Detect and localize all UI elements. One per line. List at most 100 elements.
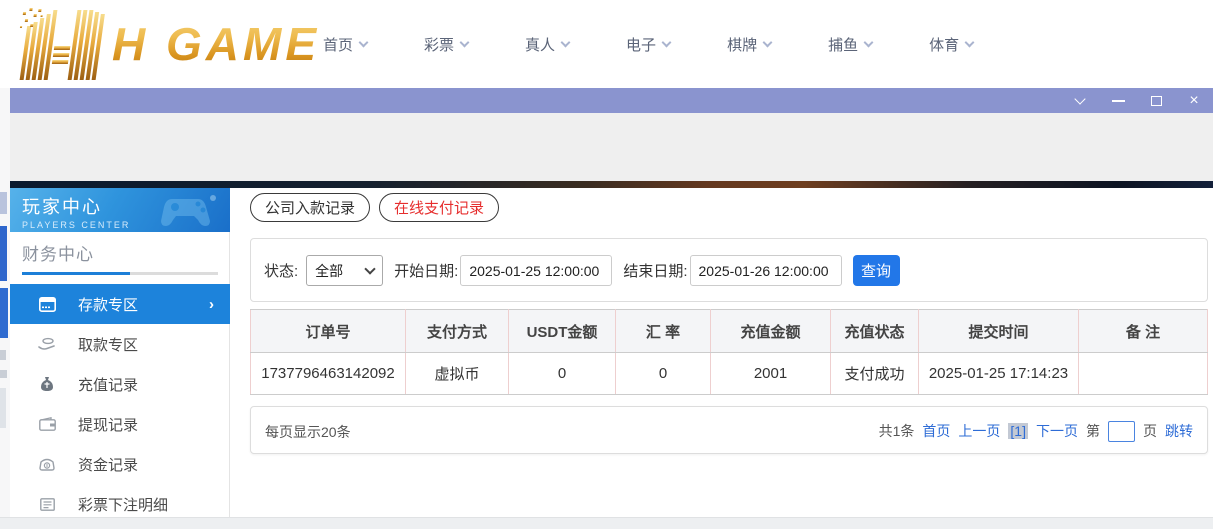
minimize-icon (1112, 100, 1125, 102)
page-size-text: 每页显示20条 (265, 422, 351, 442)
payment-records-table: 订单号 支付方式 USDT金额 汇 率 充值金额 充值状态 提交时间 备 注 1… (250, 309, 1208, 395)
chevron-down-icon (864, 37, 874, 47)
pagination-panel: 每页显示20条 共1条 首页 上一页 [1] 下一页 第 页 跳转 (250, 406, 1208, 454)
background-page-fragment (0, 288, 8, 338)
jump-suffix-text: 页 (1143, 421, 1157, 441)
status-select[interactable]: 全部 (306, 255, 383, 286)
maximize-icon (1151, 96, 1162, 106)
col-header-usdt-amount: USDT金额 (509, 310, 616, 353)
gamepad-icon (158, 191, 220, 231)
col-header-order-no: 订单号 (251, 310, 406, 353)
nav-item-slots[interactable]: 电子 (626, 34, 670, 55)
current-page-indicator: [1] (1008, 423, 1028, 439)
cell-submit-time: 2025-01-25 17:14:23 (919, 353, 1079, 395)
sidebar-item-deposit-zone[interactable]: 存款专区 › (10, 284, 230, 324)
cell-order-no: 1737796463142092 (251, 353, 406, 395)
sidebar-item-label: 充值记录 (78, 374, 138, 395)
end-date-input[interactable] (690, 255, 842, 286)
filter-panel: 状态: 全部 开始日期: 结束日期: 查询 (250, 238, 1208, 302)
col-header-amount: 充值金额 (711, 310, 831, 353)
sidebar-item-recharge-records[interactable]: 充值记录 (10, 364, 230, 404)
window-controls: × (1069, 88, 1205, 113)
start-date-input[interactable] (460, 255, 612, 286)
empty-content-area (10, 113, 1213, 181)
sidebar-menu: 存款专区 › 取款专区 充值记录 (10, 284, 230, 524)
nav-item-home[interactable]: 首页 (323, 34, 367, 55)
nav-label: 捕鱼 (828, 34, 858, 55)
filter-row: 状态: 全部 开始日期: 结束日期: 查询 (264, 255, 900, 286)
col-header-submit-time: 提交时间 (919, 310, 1079, 353)
logo-text: H GAME (112, 6, 320, 82)
hand-coin-icon (38, 335, 56, 353)
tab-online-payment-records[interactable]: 在线支付记录 (379, 193, 499, 222)
window-minimize-button[interactable] (1107, 92, 1129, 110)
sidebar-item-label: 提现记录 (78, 414, 138, 435)
screen: H GAME 首页 彩票 真人 电子 棋牌 (0, 0, 1213, 529)
chevron-down-icon (460, 37, 470, 47)
background-page-strip (0, 88, 10, 529)
section-divider (22, 272, 218, 275)
logo-h-icon (8, 6, 112, 82)
window-title-bar[interactable]: × (10, 88, 1213, 113)
next-page-link[interactable]: 下一页 (1036, 421, 1078, 441)
window-maximize-button[interactable] (1145, 92, 1167, 110)
site-logo[interactable]: H GAME (8, 4, 320, 84)
purse-icon (38, 455, 56, 473)
prev-page-link[interactable]: 上一页 (958, 421, 1000, 441)
start-date-label: 开始日期: (394, 260, 458, 281)
window-close-button[interactable]: × (1183, 92, 1205, 110)
sidebar-item-withdraw-records[interactable]: 提现记录 (10, 404, 230, 444)
cell-rate: 0 (616, 353, 711, 395)
main-content: 公司入款记录 在线支付记录 状态: 全部 开始日期: 结束日期: 查询 (230, 188, 1213, 517)
sidebar-header: 玩家中心 PLAYERS CENTER (10, 188, 230, 232)
jump-prefix-text: 第 (1086, 421, 1100, 441)
cell-remark (1079, 353, 1208, 395)
sidebar-item-withdraw-zone[interactable]: 取款专区 (10, 324, 230, 364)
main-nav: 首页 彩票 真人 电子 棋牌 捕鱼 (323, 0, 973, 88)
chevron-right-icon: › (209, 296, 214, 313)
nav-label: 彩票 (424, 34, 454, 55)
sidebar-section-title: 财务中心 (22, 240, 94, 265)
nav-item-live[interactable]: 真人 (525, 34, 569, 55)
table-row: 1737796463142092 虚拟币 0 0 2001 支付成功 2025-… (251, 353, 1208, 395)
background-page-fragment (0, 388, 6, 428)
top-nav-bar: H GAME 首页 彩票 真人 电子 棋牌 (0, 0, 1213, 88)
banner-edge (10, 181, 1213, 188)
window-collapse-button[interactable] (1069, 92, 1091, 110)
status-select-value: 全部 (315, 261, 343, 281)
background-page-fragment (0, 192, 7, 214)
col-header-rate: 汇 率 (616, 310, 711, 353)
nav-item-sports[interactable]: 体育 (929, 34, 973, 55)
chevron-down-icon (662, 37, 672, 47)
chevron-down-icon (561, 37, 571, 47)
sidebar-item-label: 资金记录 (78, 454, 138, 475)
status-label: 状态: (264, 260, 298, 281)
cell-status: 支付成功 (831, 353, 919, 395)
nav-item-fishing[interactable]: 捕鱼 (828, 34, 872, 55)
cell-amount: 2001 (711, 353, 831, 395)
jump-link[interactable]: 跳转 (1165, 421, 1193, 441)
sidebar: 玩家中心 PLAYERS CENTER 财务中心 (10, 188, 230, 517)
nav-label: 首页 (323, 34, 353, 55)
col-header-remark: 备 注 (1079, 310, 1208, 353)
col-header-status: 充值状态 (831, 310, 919, 353)
wallet-icon (38, 415, 56, 433)
query-button[interactable]: 查询 (853, 255, 900, 286)
chevron-down-icon (965, 37, 975, 47)
bottom-strip (0, 517, 1213, 529)
sidebar-item-funds-records[interactable]: 资金记录 (10, 444, 230, 484)
bank-card-icon (38, 295, 56, 313)
pager: 共1条 首页 上一页 [1] 下一页 第 页 跳转 (879, 407, 1193, 455)
nav-item-lottery[interactable]: 彩票 (424, 34, 468, 55)
total-count-text: 共1条 (879, 421, 915, 441)
end-date-label: 结束日期: (623, 260, 687, 281)
jump-page-input[interactable] (1108, 421, 1135, 442)
app-body: 玩家中心 PLAYERS CENTER 财务中心 (10, 188, 1213, 517)
nav-label: 真人 (525, 34, 555, 55)
first-page-link[interactable]: 首页 (922, 421, 950, 441)
chevron-down-icon (359, 37, 369, 47)
nav-item-boardgames[interactable]: 棋牌 (727, 34, 771, 55)
background-page-fragment (0, 350, 6, 360)
tab-company-deposit-records[interactable]: 公司入款记录 (250, 193, 370, 222)
cell-usdt-amount: 0 (509, 353, 616, 395)
